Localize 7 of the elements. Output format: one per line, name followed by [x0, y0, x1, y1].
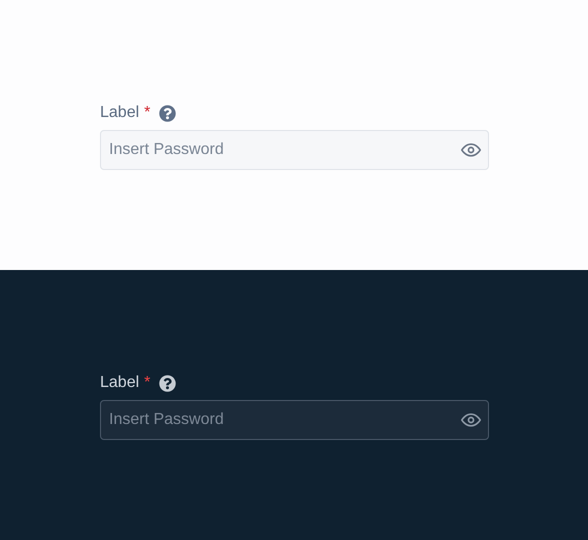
required-mark: * [144, 373, 150, 393]
field-label: Label [100, 103, 140, 123]
password-field[interactable]: Insert Password [100, 400, 489, 440]
required-mark: * [144, 103, 150, 123]
field-label: Label [100, 373, 140, 393]
help-icon[interactable] [159, 104, 176, 122]
help-icon[interactable] [159, 374, 176, 392]
